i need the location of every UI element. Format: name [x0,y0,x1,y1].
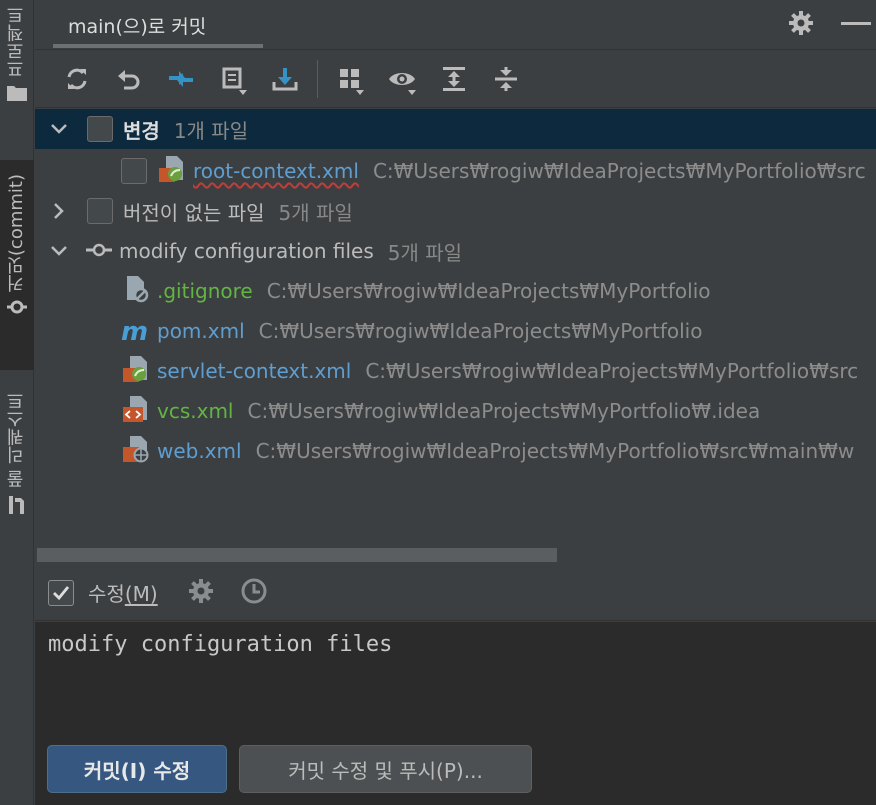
commit-amend-push-button[interactable]: 커밋 수정 및 푸시(P)... [239,745,532,793]
file-path: C:₩Users₩rogiw₩IdeaProjects₩MyPortfolio₩… [255,439,855,463]
commit-label: 커밋(commit) [6,174,27,293]
file-path: C:₩Users₩rogiw₩IdeaProjects₩MyPortfolio₩… [365,359,859,383]
commit-node[interactable]: modify configuration files 5개 파일 [35,231,876,271]
folder-icon [0,78,34,108]
file-path: C:₩Users₩rogiw₩IdeaProjects₩MyPortfolio [266,279,711,303]
view-options-icon[interactable] [376,57,428,101]
minimize-icon[interactable] [841,22,871,25]
commit-panel: main(으)로 커밋 변경 1개 파일 root-context.xml C:… [35,0,876,805]
expand-all-icon[interactable] [428,57,480,101]
group-by-icon[interactable] [324,57,376,101]
history-icon[interactable] [240,577,268,609]
commit-message-editor[interactable]: modify configuration files [35,622,876,740]
ignore-file-icon [121,274,151,309]
unversioned-count: 5개 파일 [278,200,353,225]
file-name: servlet-context.xml [157,359,352,383]
changes-tree: 변경 1개 파일 root-context.xml C:₩Users₩rogiw… [35,109,876,564]
file-name: .gitignore [157,279,253,303]
file-checkbox[interactable] [121,158,147,184]
changelist-changes[interactable]: 변경 1개 파일 [35,109,876,149]
changelist-checkbox[interactable] [87,116,113,142]
changelist-unversioned[interactable]: 버전이 없는 파일 5개 파일 [35,191,876,231]
toolbar-separator [317,59,318,98]
update-icon[interactable] [259,57,311,101]
tool-window-strip: 프로젝트 커밋(commit) 풀 리퀘스트 [0,0,34,805]
pull-request-icon [0,488,34,522]
tab-commit-to-main[interactable]: main(으)로 커밋 [68,12,206,39]
file-row[interactable]: .gitignore C:₩Users₩rogiw₩IdeaProjects₩M… [35,271,876,311]
commit-amend-button[interactable]: 커밋(I) 수정 [47,745,227,793]
chevron-down-icon[interactable] [47,239,71,263]
amend-label-text: 수정 [88,582,125,606]
shelve-icon[interactable] [207,57,259,101]
commit-buttons-bar: 커밋(I) 수정 커밋 수정 및 푸시(P)... [35,740,876,805]
project-label: 프로젝트 [6,6,27,78]
chevron-down-icon[interactable] [47,117,71,141]
gear-icon[interactable] [788,10,814,40]
project-tool-button[interactable]: 프로젝트 [0,6,34,108]
changelist-label: 변경 [123,118,160,143]
commit-icon [0,292,34,322]
file-row[interactable]: root-context.xml C:₩Users₩rogiw₩IdeaProj… [35,151,876,191]
file-row[interactable]: m pom.xml C:₩Users₩rogiw₩IdeaProjects₩My… [35,311,876,351]
web-xml-file-icon [121,434,151,469]
diff-icon[interactable] [155,57,207,101]
file-name: root-context.xml [193,159,359,183]
file-name: vcs.xml [157,399,234,423]
chevron-right-icon[interactable] [47,199,71,223]
refresh-icon[interactable] [51,57,103,101]
pull-requests-tool-button[interactable]: 풀 리퀘스트 [0,392,34,522]
commit-message-text: modify configuration files [48,632,393,657]
amend-label[interactable]: 수정(M) [88,578,158,607]
commit-icon [85,239,113,263]
file-path: C:₩Users₩rogiw₩IdeaProjects₩MyPortfolio [258,319,703,343]
maven-icon: m [121,319,151,343]
file-name: pom.xml [157,319,245,343]
file-name: web.xml [157,439,242,463]
horizontal-scrollbar[interactable] [37,548,557,562]
file-path: C:₩Users₩rogiw₩IdeaProjects₩MyPortfolio₩… [247,399,761,423]
file-row[interactable]: web.xml C:₩Users₩rogiw₩IdeaProjects₩MyPo… [35,431,876,471]
amend-checkbox[interactable] [48,579,74,606]
unversioned-checkbox[interactable] [87,198,113,224]
commit-options-bar: 수정(M) [35,565,876,621]
svg-text:m: m [121,319,148,343]
changelist-count: 1개 파일 [173,118,249,143]
spring-xml-file-icon [121,354,151,389]
file-path: C:₩Users₩rogiw₩IdeaProjects₩MyPortfolio₩… [372,159,866,183]
unversioned-label: 버전이 없는 파일 [123,200,265,225]
xml-file-icon [121,394,151,429]
commit-tab-bar: main(으)로 커밋 [35,0,876,50]
gear-icon[interactable] [188,578,214,608]
collapse-all-icon[interactable] [480,57,532,101]
amend-mnemonic: (M) [124,582,158,606]
spring-xml-file-icon [157,154,187,189]
file-row[interactable]: vcs.xml C:₩Users₩rogiw₩IdeaProjects₩MyPo… [35,391,876,431]
commit-node-label: modify configuration files [119,239,374,263]
pull-requests-label: 풀 리퀘스트 [6,392,27,488]
tab-underline [53,44,263,48]
file-row[interactable]: servlet-context.xml C:₩Users₩rogiw₩IdeaP… [35,351,876,391]
commit-node-count: 5개 파일 [387,240,463,265]
commit-toolbar [35,50,876,108]
rollback-icon[interactable] [103,57,155,101]
commit-tool-button[interactable]: 커밋(commit) [0,160,34,370]
